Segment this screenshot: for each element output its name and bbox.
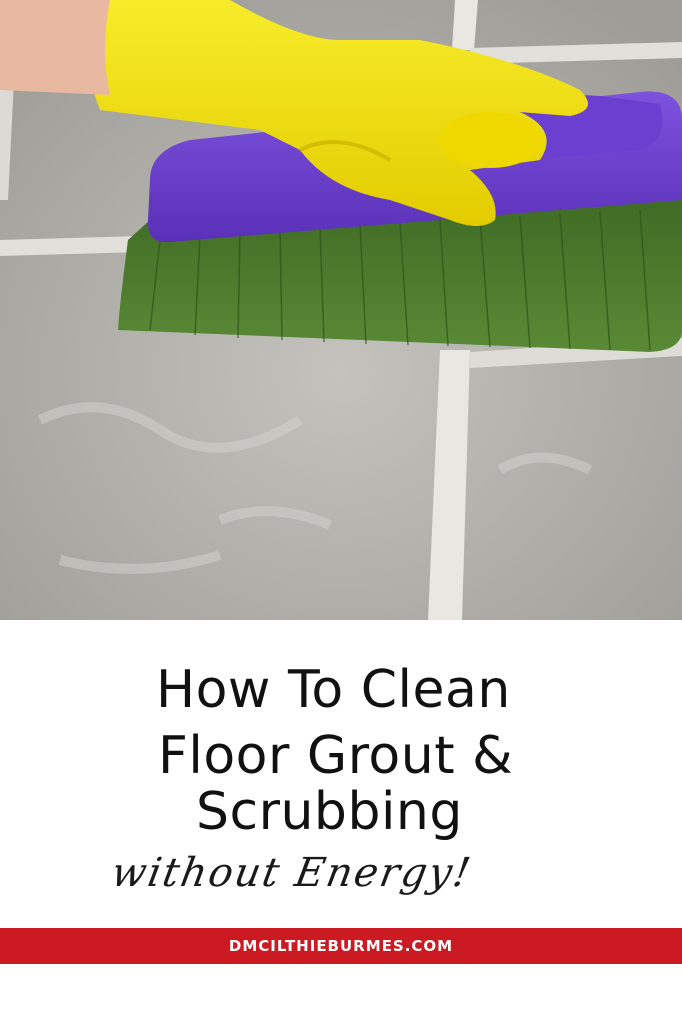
title-line-2: Floor Grout & [158, 726, 514, 786]
arm [0, 0, 110, 95]
title-line-3: Scrubbing [196, 782, 463, 842]
website-band: DMCILTHIEBURMES.COM [0, 928, 682, 964]
grout-line-top [452, 0, 478, 50]
website-link[interactable]: DMCILTHIEBURMES.COM [229, 937, 453, 955]
title-line-1: How To Clean [156, 660, 511, 720]
title-block: How To Clean Floor Grout & Scrubbing wit… [0, 640, 682, 896]
glove-thumb [438, 112, 542, 168]
scrubbing-illustration [0, 0, 682, 620]
tagline: without Energy! [107, 850, 476, 896]
hero-photo [0, 0, 682, 620]
